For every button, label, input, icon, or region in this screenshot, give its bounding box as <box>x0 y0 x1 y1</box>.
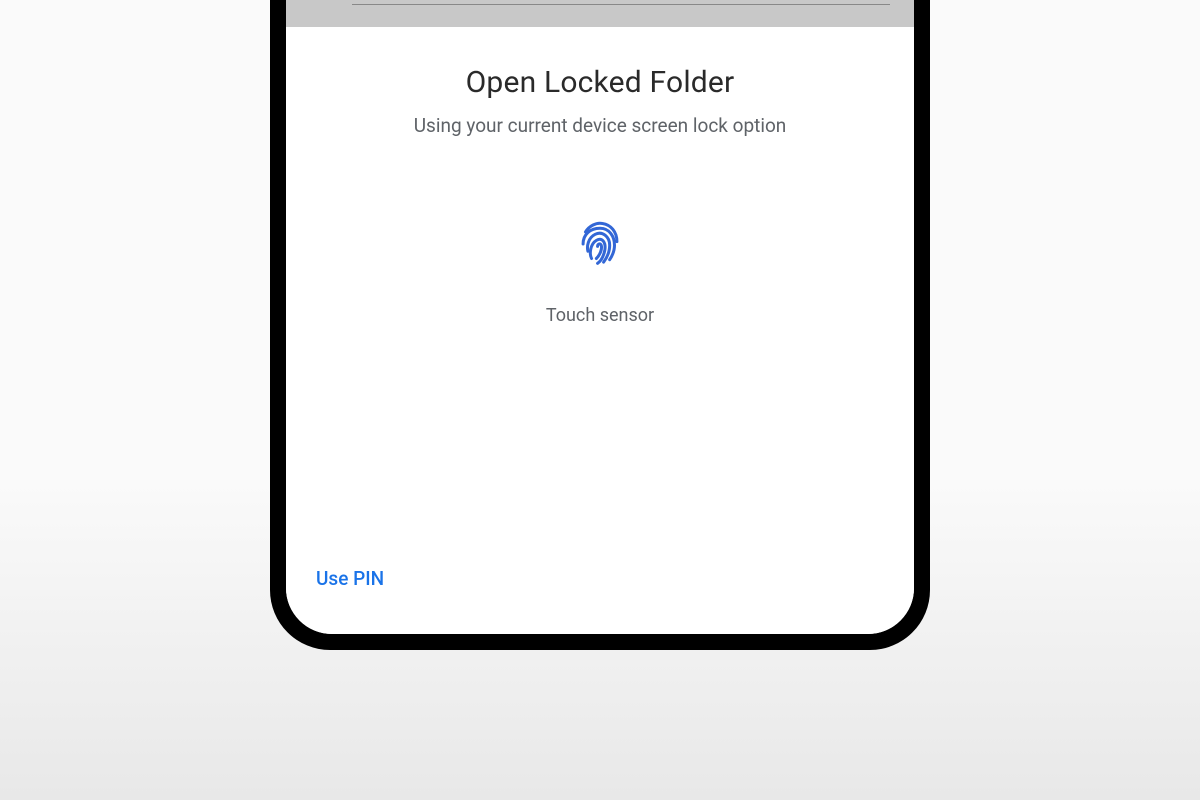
fingerprint-section[interactable]: Touch sensor <box>316 215 884 326</box>
sheet-subtitle: Using your current device screen lock op… <box>316 114 884 137</box>
phone-screen: Open Locked Folder Using your current de… <box>286 0 914 634</box>
divider <box>352 4 890 5</box>
background-dimmed-area <box>286 0 914 27</box>
sheet-title: Open Locked Folder <box>316 65 884 100</box>
phone-frame: Open Locked Folder Using your current de… <box>270 0 930 650</box>
touch-sensor-label: Touch sensor <box>546 305 654 326</box>
use-pin-button[interactable]: Use PIN <box>316 567 384 590</box>
unlock-sheet: Open Locked Folder Using your current de… <box>286 27 914 634</box>
fingerprint-icon[interactable] <box>571 215 629 273</box>
